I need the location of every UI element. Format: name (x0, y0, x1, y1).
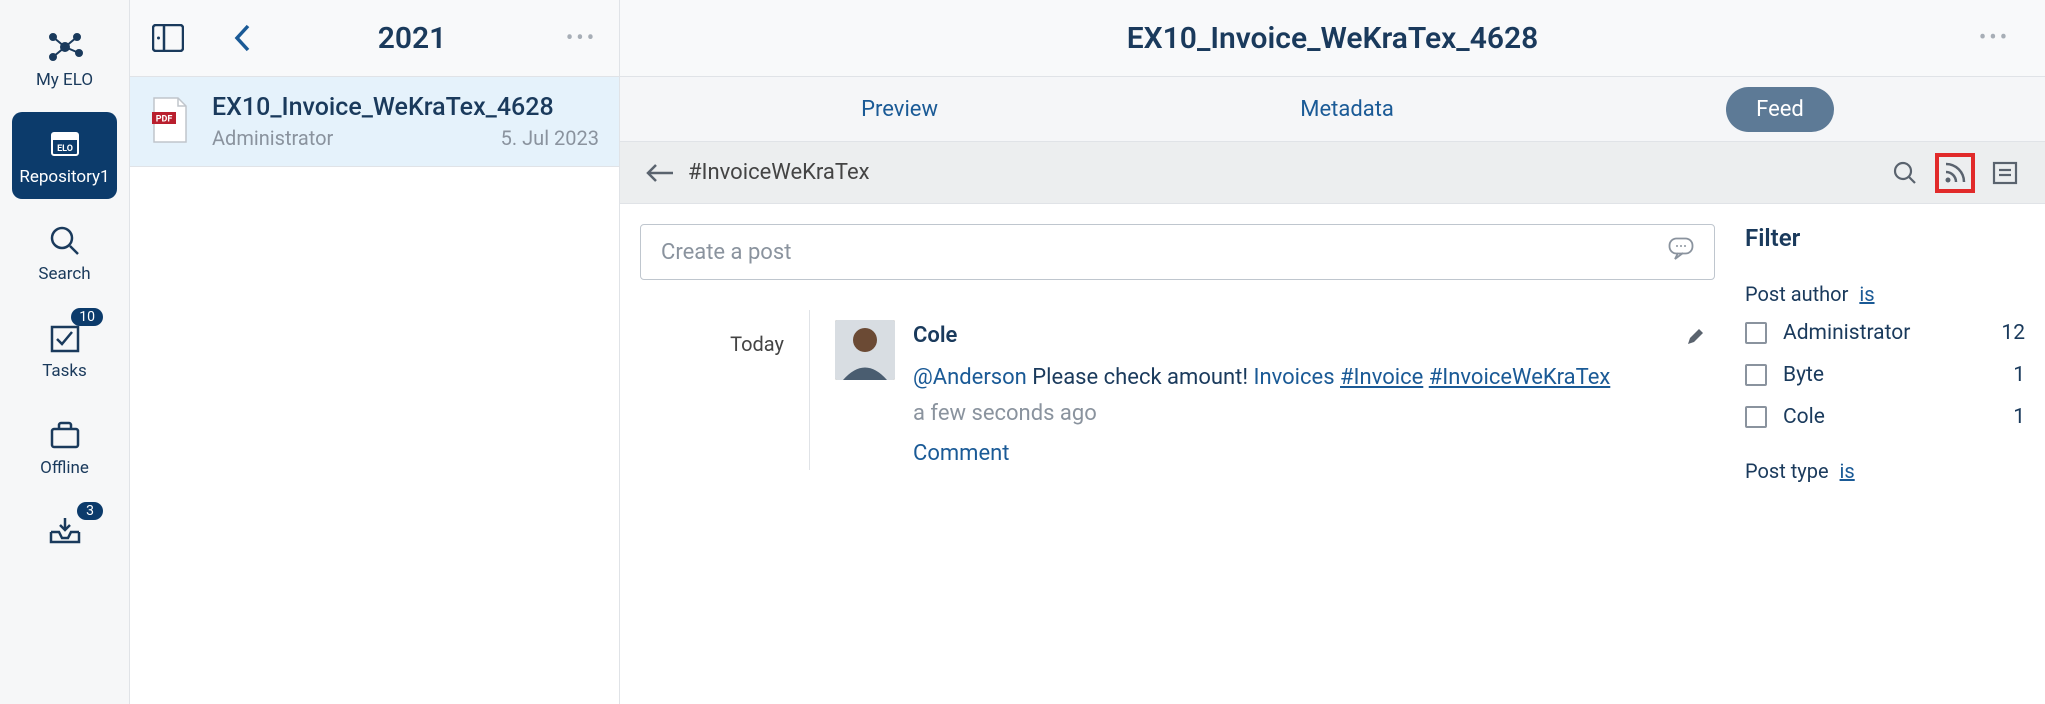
tab-preview[interactable]: Preview (831, 87, 968, 132)
svg-text:PDF: PDF (156, 115, 173, 125)
filter-option-label: Byte (1783, 363, 1824, 387)
filter-author-option[interactable]: Administrator 12 (1745, 321, 2025, 345)
post-content: Cole @Anderson Please check amount! Invo… (913, 320, 1715, 470)
detail-panel: EX10_Invoice_WeKraTex_4628 ••• Preview M… (620, 0, 2045, 704)
filter-operator-link[interactable]: is (1859, 282, 1874, 306)
filter-post-type-label: Post type is (1745, 459, 2025, 483)
feed-search-button[interactable] (1885, 153, 1925, 193)
checkbox-icon (1745, 322, 1767, 344)
detail-more-button[interactable]: ••• (1972, 16, 2017, 61)
network-icon (45, 27, 85, 67)
badge: 10 (71, 308, 103, 326)
post-mention[interactable]: @Anderson (913, 365, 1027, 390)
magnifier-icon (46, 221, 84, 261)
nav-item-repository[interactable]: ELO Repository1 (12, 112, 117, 199)
inbox-tray-icon (45, 512, 85, 552)
post-folder-link[interactable]: Invoices (1253, 365, 1334, 390)
folder-title: 2021 (265, 21, 559, 56)
checkbox-icon (1745, 406, 1767, 428)
pdf-file-icon: PDF (150, 96, 194, 140)
nav-label: Search (38, 264, 90, 284)
post-block: Today Cole @Anderson Please che (640, 310, 1715, 470)
post-body-part: Please check amount! (1027, 365, 1254, 390)
checkbox-icon (1745, 364, 1767, 386)
filter-option-count: 1 (2013, 405, 2025, 429)
filter-option-count: 1 (2013, 363, 2025, 387)
detail-tabs: Preview Metadata Feed (620, 77, 2045, 142)
feed-layout-button[interactable] (1985, 153, 2025, 193)
speech-bubble-icon (1668, 237, 1694, 267)
toggle-panes-button[interactable] (145, 16, 190, 61)
document-list-panel: 2021 ••• PDF EX10_Invoice_WeKraTex_4628 … (130, 0, 620, 704)
nav-label: Tasks (42, 361, 87, 381)
edit-post-button[interactable] (1675, 320, 1715, 362)
filter-option-count: 12 (2001, 321, 2025, 345)
nav-item-search[interactable]: Search (12, 209, 117, 296)
tab-feed[interactable]: Feed (1726, 87, 1834, 132)
filter-title: Filter (1745, 224, 2025, 252)
hashtag-breadcrumb: #InvoiceWeKraTex (688, 160, 870, 185)
back-button[interactable] (220, 16, 265, 61)
create-post-placeholder: Create a post (661, 240, 791, 265)
nav-item-tasks[interactable]: 10 Tasks (12, 306, 117, 393)
briefcase-icon (45, 415, 85, 455)
nav-label: My ELO (36, 70, 93, 90)
filter-author-option[interactable]: Byte 1 (1745, 363, 2025, 387)
filter-option-label: Administrator (1783, 321, 1910, 345)
nav-item-offline[interactable]: Offline (12, 403, 117, 490)
left-nav: My ELO ELO Repository1 Search 10 Tasks O… (0, 0, 130, 704)
post-date-label: Today (640, 310, 810, 470)
filter-sidebar: Filter Post author is Administrator 12 B… (1745, 224, 2045, 704)
feed-breadcrumb-row: #InvoiceWeKraTex (620, 142, 2045, 204)
document-owner: Administrator (212, 126, 333, 150)
filter-post-author-label: Post author is (1745, 282, 2025, 306)
filter-operator-link[interactable]: is (1840, 459, 1855, 483)
filter-author-option[interactable]: Cole 1 (1745, 405, 2025, 429)
detail-title: EX10_Invoice_WeKraTex_4628 (1127, 21, 1539, 56)
post-hashtag[interactable]: #Invoice (1340, 365, 1423, 390)
post-hashtag[interactable]: #InvoiceWeKraTex (1429, 365, 1611, 390)
document-list-item[interactable]: PDF EX10_Invoice_WeKraTex_4628 Administr… (130, 77, 619, 167)
svg-text:ELO: ELO (57, 144, 73, 154)
tab-metadata[interactable]: Metadata (1270, 87, 1424, 132)
create-post-input[interactable]: Create a post (640, 224, 1715, 280)
post-timestamp: a few seconds ago (913, 398, 1715, 430)
detail-header: EX10_Invoice_WeKraTex_4628 ••• (620, 0, 2045, 77)
list-header: 2021 ••• (130, 0, 619, 77)
nav-label: Repository1 (19, 167, 109, 187)
list-more-button[interactable]: ••• (559, 16, 604, 61)
nav-item-my-elo[interactable]: My ELO (12, 15, 117, 102)
document-date: 5. Jul 2023 (501, 126, 599, 150)
archive-box-icon: ELO (45, 124, 85, 164)
nav-item-inbox[interactable]: 3 (12, 500, 117, 564)
avatar (835, 320, 895, 380)
document-title: EX10_Invoice_WeKraTex_4628 (212, 93, 599, 122)
filter-option-label: Cole (1783, 405, 1825, 429)
badge: 3 (77, 502, 103, 520)
post-comment-button[interactable]: Comment (913, 438, 1715, 470)
feed-main: Create a post Today Cole (640, 224, 1745, 704)
post-author: Cole (913, 320, 957, 352)
nav-label: Offline (40, 458, 89, 478)
feed-back-button[interactable] (640, 153, 680, 193)
subscribe-button[interactable] (1935, 153, 1975, 193)
